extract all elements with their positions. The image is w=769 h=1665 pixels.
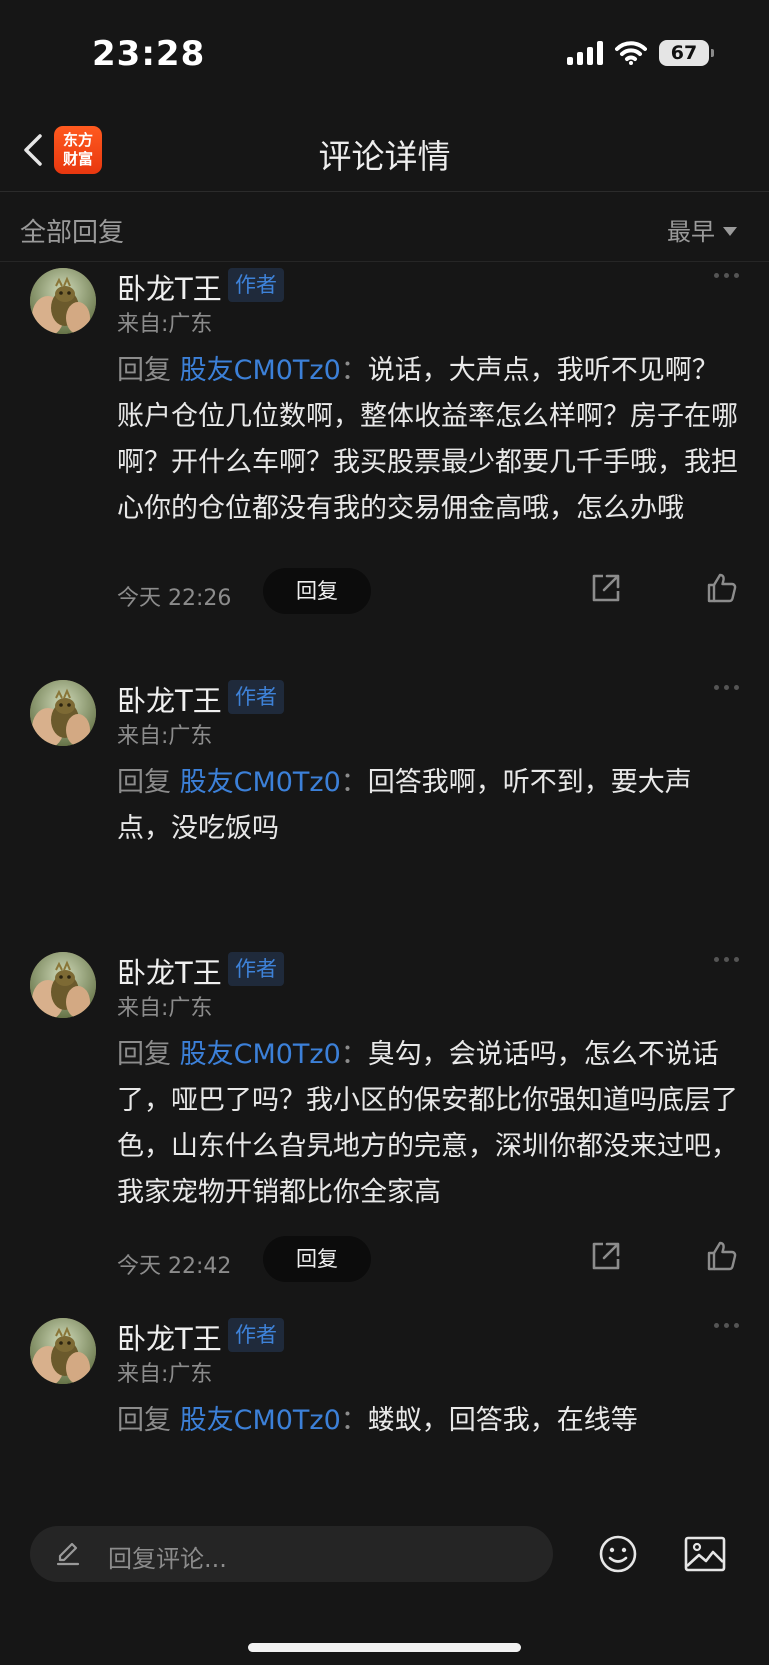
home-indicator [248,1643,521,1652]
user-name[interactable]: 卧龙T王 [117,950,222,992]
user-name[interactable]: 卧龙T王 [117,266,222,308]
reply-prefix: 回复 [117,355,180,386]
more-icon[interactable] [714,1323,739,1328]
location-text: 来自:广东 [117,1362,213,1387]
author-badge: 作者 [228,268,284,302]
more-icon[interactable] [714,957,739,962]
comment-text: 回复 股友CM0Tz0：蝼蚁，回答我，在线等 [117,1398,742,1444]
reply-prefix: 回复 [117,1039,180,1070]
like-icon[interactable] [705,571,739,605]
filter-bar: 全部回复 最早 [0,192,769,262]
author-badge: 作者 [228,952,284,986]
status-time: 23:28 [92,34,206,74]
comment-time: 今天 22:42 [117,1254,232,1279]
share-icon[interactable] [589,571,623,605]
reply-button[interactable]: 回复 [263,1236,371,1282]
emoji-icon[interactable] [598,1534,638,1574]
more-icon[interactable] [714,273,739,278]
location-text: 来自:广东 [117,996,213,1021]
reply-target-link[interactable]: 股友CM0Tz0 [180,355,341,386]
avatar[interactable] [30,680,96,746]
comment-body: 蝼蚁，回答我，在线等 [367,1405,638,1436]
reply-target-link[interactable]: 股友CM0Tz0 [180,1405,341,1436]
status-icons: 67 [567,40,714,66]
author-badge: 作者 [228,1318,284,1352]
comment-text: 回复 股友CM0Tz0：臭勾，会说话吗，怎么不说话了，哑巴了吗？我小区的保安都比… [117,1032,742,1216]
caret-down-icon [723,226,737,236]
pencil-icon [56,1542,80,1566]
comment-time: 今天 22:26 [117,586,232,611]
reply-input[interactable]: 回复评论... [30,1526,553,1582]
more-icon[interactable] [714,685,739,690]
battery-icon: 67 [659,40,714,66]
reply-separator: ： [340,1405,368,1436]
author-badge: 作者 [228,680,284,714]
page-title: 评论详情 [318,137,451,176]
sort-label: 最早 [667,218,715,246]
avatar[interactable] [30,952,96,1018]
bottom-bar: 回复评论... [0,1510,769,1665]
location-text: 来自:广东 [117,312,213,337]
like-icon[interactable] [705,1239,739,1273]
sort-dropdown[interactable]: 最早 [667,212,737,247]
reply-target-link[interactable]: 股友CM0Tz0 [180,767,341,798]
reply-target-link[interactable]: 股友CM0Tz0 [180,1039,341,1070]
location-text: 来自:广东 [117,724,213,749]
reply-separator: ： [340,767,368,798]
comment-text: 回复 股友CM0Tz0：回答我啊，听不到，要大声点，没吃饭吗 [117,760,742,852]
avatar[interactable] [30,1318,96,1384]
share-icon[interactable] [589,1239,623,1273]
reply-separator: ： [340,1039,368,1070]
reply-prefix: 回复 [117,767,180,798]
comment-text: 回复 股友CM0Tz0：说话，大声点，我听不见啊？账户仓位几位数啊，整体收益率怎… [117,348,742,532]
status-bar: 23:28 67 [0,0,769,110]
nav-bar: 东方 财富 评论详情 [0,110,769,192]
reply-input-placeholder: 回复评论... [108,1545,227,1573]
user-name[interactable]: 卧龙T王 [117,678,222,720]
wifi-icon [615,41,647,65]
image-icon[interactable] [684,1536,726,1572]
user-name[interactable]: 卧龙T王 [117,1316,222,1358]
signal-icon [567,41,603,65]
reply-button[interactable]: 回复 [263,568,371,614]
reply-separator: ： [340,355,368,386]
reply-prefix: 回复 [117,1405,180,1436]
all-replies-label: 全部回复 [20,218,125,248]
avatar[interactable] [30,268,96,334]
